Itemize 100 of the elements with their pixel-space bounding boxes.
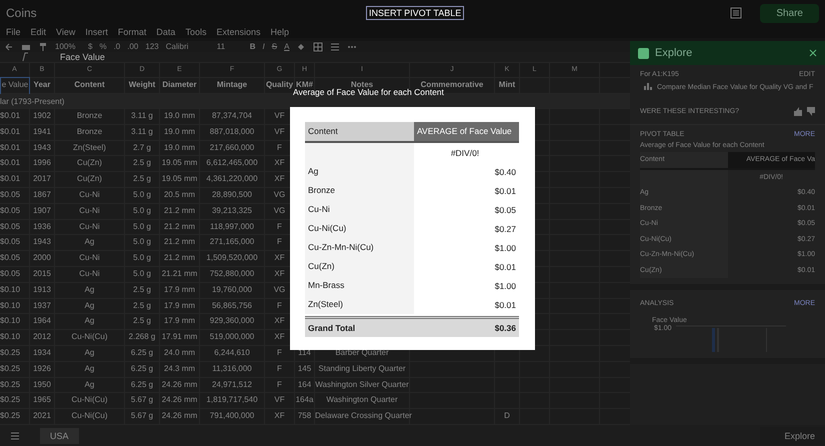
dialog-label: INSERT PIVOT TABLE [366, 6, 464, 20]
fill-color-icon[interactable] [296, 42, 306, 52]
table-cell: Cu-Ni(Cu) [55, 330, 125, 346]
table-cell: 2.5 g [125, 172, 160, 188]
table-cell: 1950 [30, 378, 55, 392]
table-cell: 1907 [30, 204, 55, 219]
format-button[interactable]: 123 [145, 42, 159, 52]
table-cell: $0.01 [0, 109, 30, 124]
menu-item[interactable]: File [6, 27, 21, 37]
table-cell: 2015 [30, 267, 55, 282]
format-button[interactable]: .0 [114, 42, 120, 52]
table-cell: F [265, 362, 295, 377]
paint-format-icon[interactable] [38, 42, 48, 52]
font-size-select[interactable]: 11 [216, 42, 243, 52]
table-cell: 5.0 g [125, 220, 160, 234]
table-cell: $0.05 [0, 251, 30, 266]
table-cell-text: $0.27 [494, 224, 517, 234]
format-button[interactable]: .00 [127, 42, 138, 52]
table-cell: Ag [55, 378, 125, 392]
table-cell: 24.3 mm [160, 362, 200, 377]
borders-icon[interactable] [313, 42, 324, 52]
table-cell: 887,018,000 [200, 124, 265, 140]
format-button[interactable]: I [262, 42, 265, 52]
table-cell: 5.67 g [125, 393, 160, 408]
thumbs-down-icon[interactable] [806, 107, 815, 116]
table-header: Content [305, 122, 414, 141]
all-sheets-icon[interactable] [10, 430, 20, 440]
table-cell: Cu-Ni(Cu) [305, 219, 414, 238]
table-cell: 19.05 mm [160, 156, 200, 172]
table-cell: $0.25 [0, 409, 30, 424]
table-cell: 4,361,220,000 [200, 172, 265, 188]
sheet-tab[interactable]: USA [40, 428, 79, 444]
table-cell: Cu-Zn-Mn-Ni(Cu) [305, 238, 414, 257]
table-cell: Washington Silver Quarter [315, 378, 410, 392]
menu-item[interactable]: View [56, 27, 76, 37]
table-cell: $0.10 [0, 314, 30, 330]
table-cell: Bronze [55, 124, 125, 140]
close-icon[interactable] [809, 49, 817, 57]
explore-icon[interactable] [638, 48, 649, 58]
menu-item[interactable]: Extensions [216, 27, 260, 37]
table-cell: $0.25 [0, 393, 30, 408]
chart-icon[interactable] [644, 82, 653, 91]
table-cell: 87,374,704 [200, 109, 265, 124]
table-cell-text: $0.40 [494, 166, 517, 176]
table-cell: 5.0 g [125, 204, 160, 219]
table-cell: 24.26 mm [160, 393, 200, 408]
undo-icon[interactable] [4, 42, 14, 52]
table-cell: 1902 [30, 109, 55, 124]
font-select[interactable]: Calibri [166, 42, 210, 52]
table-cell: 6,244,610 [200, 346, 265, 361]
table-cell: 21.2 mm [160, 204, 200, 219]
format-button[interactable]: B [250, 42, 256, 52]
table-cell: 17.9 mm [160, 282, 200, 298]
table-cell: Cu(Zn) [55, 156, 125, 172]
format-button[interactable]: % [99, 42, 107, 52]
table-cell-text: $0.36 [494, 323, 517, 333]
align-icon[interactable] [330, 42, 340, 52]
table-cell: 6.25 g [125, 378, 160, 392]
table-cell: F [265, 378, 295, 392]
formula-field[interactable]: Face Value [60, 52, 105, 62]
table-cell: Standing Liberty Quarter [315, 362, 410, 377]
thumbs-up-icon[interactable] [793, 107, 802, 116]
table-cell: 19.0 mm [160, 140, 200, 156]
table-cell: 2.5 g [125, 314, 160, 330]
table-cell: 1934 [30, 346, 55, 361]
table-cell: Cu-Ni [55, 251, 125, 266]
table-cell: 118,997,000 [200, 220, 265, 234]
menu-item[interactable]: Insert [85, 27, 108, 37]
table-cell: 145 [295, 362, 315, 377]
table-cell: 2021 [30, 409, 55, 424]
format-button[interactable]: A [284, 42, 290, 52]
menu-item[interactable]: Edit [30, 27, 46, 37]
table-cell: 17.9 mm [160, 314, 200, 330]
zoom-select[interactable]: 100% [55, 42, 81, 52]
table-cell: 6,612,465,000 [200, 156, 265, 172]
table-cell: 21.21 mm [160, 267, 200, 282]
table-cell: 5.67 g [125, 409, 160, 424]
table-cell: $0.05 [0, 220, 30, 234]
format-button[interactable]: $ [88, 42, 92, 52]
table-cell-text: Grand Total [307, 322, 356, 335]
format-button[interactable]: S [272, 42, 278, 52]
table-cell: 1941 [30, 124, 55, 140]
table-cell: 271,165,000 [200, 235, 265, 250]
table-cell: 5.0 g [125, 251, 160, 266]
table-cell: 19.0 mm [160, 109, 200, 124]
table-cell: $0.25 [0, 346, 30, 361]
table-cell: 519,000,000 [200, 330, 265, 346]
table-cell: 19,760,000 [200, 282, 265, 298]
table-cell: 217,660,000 [200, 140, 265, 156]
share-button[interactable]: Share [760, 4, 819, 22]
menu-item[interactable]: Format [118, 27, 146, 37]
menu-item[interactable]: Help [270, 27, 289, 37]
table-cell: lar (1793-Present) [0, 96, 64, 106]
table-cell: Ag [305, 162, 414, 181]
menu-item[interactable]: Data [156, 27, 176, 37]
table-cell: 929,360,000 [200, 314, 265, 330]
table-cell: Cu-Ni [305, 200, 414, 219]
menu-item[interactable]: Tools [185, 27, 206, 37]
comments-icon[interactable] [730, 7, 742, 19]
table-cell: Cu-Ni [55, 267, 125, 282]
